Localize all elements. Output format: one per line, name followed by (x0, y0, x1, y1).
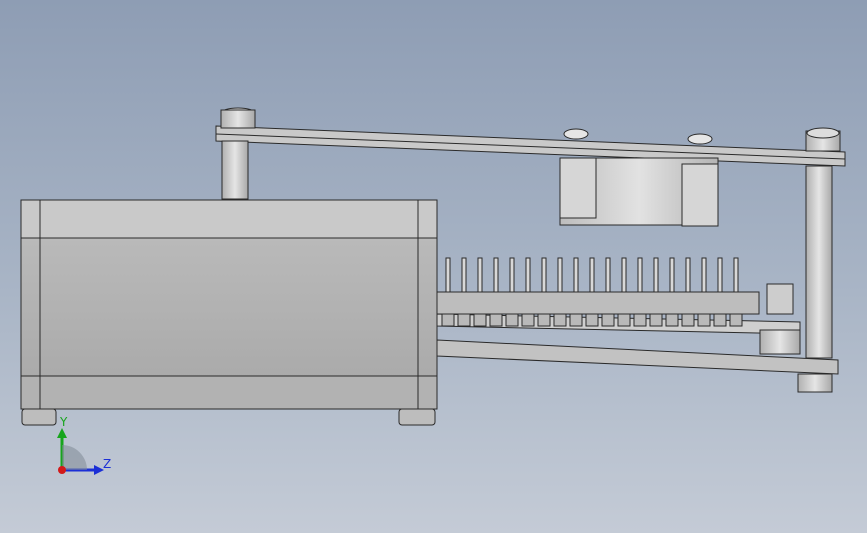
z-axis-label: Z (103, 457, 111, 471)
y-axis-arrowhead (57, 428, 67, 438)
header-pin-base (569, 313, 583, 327)
header-pin-base (457, 313, 471, 327)
header-pin-base (489, 313, 503, 327)
header-pin (509, 257, 515, 293)
header-pin-base (553, 313, 567, 327)
header-pin-base (681, 313, 695, 327)
header-pin-base (633, 313, 647, 327)
cad-model-viewport[interactable]: Y Z (0, 0, 867, 533)
header-pin (573, 257, 579, 293)
cooling-fan[interactable] (559, 157, 719, 227)
top-plate[interactable] (215, 125, 846, 167)
header-pin (461, 257, 467, 293)
y-axis-label: Y (59, 415, 68, 429)
header-pin-base (697, 313, 711, 327)
header-pin (685, 257, 691, 293)
header-pin-base (617, 313, 631, 327)
enclosure-box[interactable] (20, 199, 438, 426)
header-pin (605, 257, 611, 293)
header-pin-base (473, 313, 487, 327)
origin-dot (58, 466, 66, 474)
header-pin (493, 257, 499, 293)
header-pin (525, 257, 531, 293)
header-pin-base (441, 313, 455, 327)
header-pin (717, 257, 723, 293)
header-pin (701, 257, 707, 293)
header-pin (637, 257, 643, 293)
header-pin (733, 257, 739, 293)
header-pin-base (729, 313, 743, 327)
header-pin-base (585, 313, 599, 327)
header-pin (589, 257, 595, 293)
header-pin (621, 257, 627, 293)
pin-header[interactable] (436, 257, 760, 327)
header-pin (477, 257, 483, 293)
header-pin-base (649, 313, 663, 327)
header-pin-base (665, 313, 679, 327)
axis-triad: Y Z (57, 415, 111, 475)
header-pin-base (713, 313, 727, 327)
header-pin-base (537, 313, 551, 327)
header-pin (557, 257, 563, 293)
header-pin (653, 257, 659, 293)
header-pin (669, 257, 675, 293)
header-pin (541, 257, 547, 293)
xy-plane-wedge (62, 445, 87, 470)
header-pin-base (521, 313, 535, 327)
header-pin-base (505, 313, 519, 327)
header-pin (445, 257, 451, 293)
header-pin-base (601, 313, 615, 327)
